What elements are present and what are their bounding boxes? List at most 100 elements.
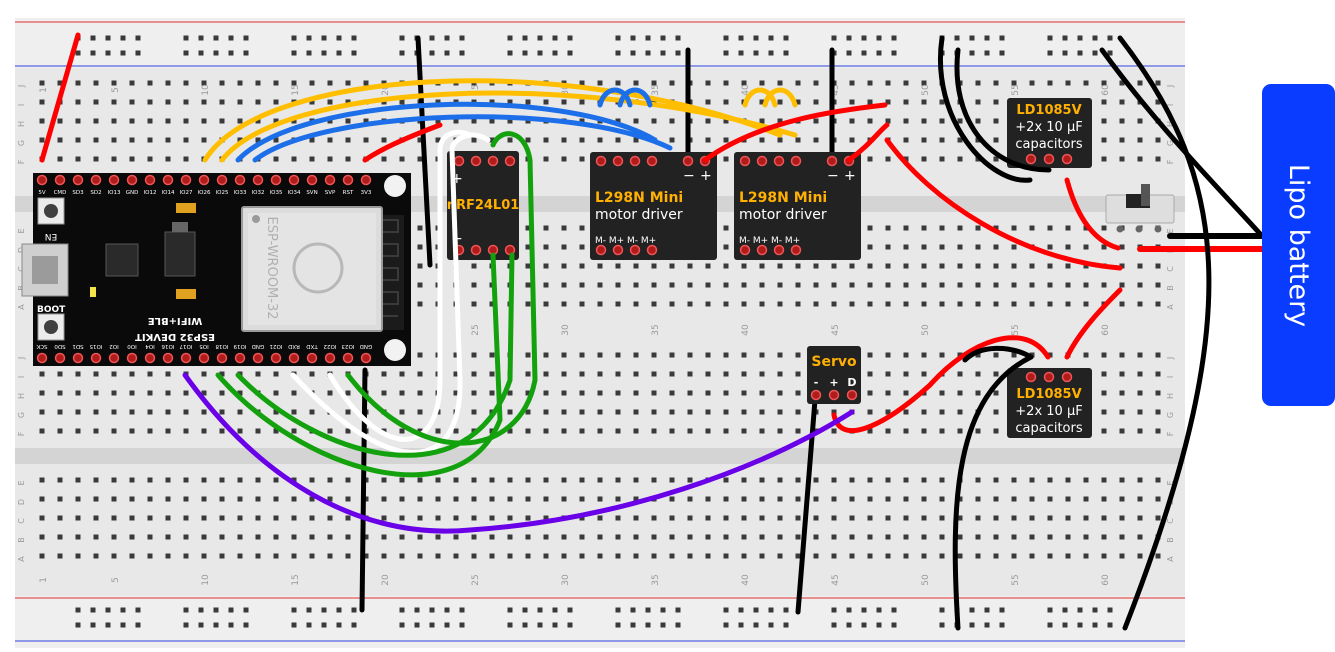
esp32-top-pin-label: IO13: [108, 190, 121, 196]
breadboard-hole: [741, 282, 747, 288]
breadboard-rail-hole: [444, 607, 450, 613]
breadboard-hole: [939, 496, 945, 502]
breadboard-hole: [813, 496, 819, 502]
driver2-minus: −: [827, 168, 839, 184]
esp32-bottom-pin-label: RXD: [288, 343, 300, 349]
breadboard-hole: [417, 477, 423, 483]
column-number: 45: [831, 574, 841, 585]
breadboard-hole: [111, 371, 117, 377]
breadboard-hole: [777, 352, 783, 358]
breadboard-rail-hole: [567, 622, 573, 628]
breadboard-hole: [579, 371, 585, 377]
breadboard-hole: [651, 428, 657, 434]
esp32-top-pin: [54, 174, 66, 186]
breadboard-hole: [399, 515, 405, 521]
breadboard-rail-hole: [135, 50, 141, 56]
breadboard-rail-hole: [783, 35, 789, 41]
breadboard-hole: [957, 244, 963, 250]
breadboard-hole: [1011, 244, 1017, 250]
esp32-top-pin-label: IO35: [270, 190, 283, 196]
breadboard-hole: [795, 301, 801, 307]
breadboard-hole: [471, 534, 477, 540]
breadboard-hole: [345, 409, 351, 415]
breadboard-hole: [525, 263, 531, 269]
breadboard-hole: [633, 428, 639, 434]
breadboard-hole: [759, 118, 765, 124]
column-number: 35: [651, 574, 661, 585]
breadboard-hole: [597, 553, 603, 559]
breadboard-hole: [327, 534, 333, 540]
breadboard-hole: [633, 282, 639, 288]
breadboard-hole: [57, 496, 63, 502]
breadboard-hole: [993, 80, 999, 86]
breadboard-hole: [1065, 515, 1071, 521]
esp32-bottom-pin-label: SCK: [36, 343, 47, 349]
breadboard-hole: [75, 137, 81, 143]
breadboard-hole: [957, 409, 963, 415]
breadboard-hole: [273, 496, 279, 502]
breadboard-hole: [453, 534, 459, 540]
row-letter: F: [17, 431, 26, 436]
breadboard-hole: [867, 534, 873, 540]
breadboard-hole: [399, 496, 405, 502]
column-number: 5: [111, 577, 121, 583]
breadboard-hole: [651, 409, 657, 415]
breadboard-hole: [237, 118, 243, 124]
breadboard-hole: [993, 534, 999, 540]
breadboard-hole: [705, 99, 711, 105]
breadboard-hole: [957, 553, 963, 559]
breadboard-hole: [993, 428, 999, 434]
breadboard-rail-hole: [243, 622, 249, 628]
breadboard-rail-hole: [891, 50, 897, 56]
driver2-pin: [790, 244, 802, 256]
breadboard-hole: [1101, 428, 1107, 434]
breadboard-hole: [705, 137, 711, 143]
breadboard-hole: [813, 80, 819, 86]
esp32-bottom-pin: [54, 352, 66, 364]
breadboard-hole: [687, 390, 693, 396]
breadboard-rail-hole: [876, 622, 882, 628]
breadboard-rail-hole: [675, 35, 681, 41]
breadboard-hole: [93, 496, 99, 502]
esp32-bottom-pin-label: SD1: [72, 343, 83, 349]
breadboard-hole: [327, 137, 333, 143]
breadboard-hole: [57, 409, 63, 415]
breadboard-rail-hole: [351, 35, 357, 41]
breadboard-hole: [543, 390, 549, 396]
esp32-module-label: ESP-WROOM-32: [264, 217, 279, 320]
breadboard-hole: [867, 390, 873, 396]
breadboard-hole: [579, 244, 585, 250]
column-number: 1: [39, 87, 49, 93]
breadboard-hole: [417, 156, 423, 162]
breadboard-hole: [417, 496, 423, 502]
breadboard-hole: [741, 477, 747, 483]
breadboard-hole: [1101, 156, 1107, 162]
breadboard-hole: [93, 428, 99, 434]
row-letter: A: [17, 556, 26, 562]
breadboard-rail-hole: [1107, 35, 1113, 41]
breadboard-rail-hole: [1107, 607, 1113, 613]
breadboard-hole: [597, 390, 603, 396]
breadboard-hole: [129, 390, 135, 396]
row-letter: H: [1166, 393, 1175, 399]
breadboard-hole: [1137, 477, 1143, 483]
breadboard-hole: [741, 428, 747, 434]
breadboard-hole: [867, 477, 873, 483]
breadboard-hole: [1065, 244, 1071, 250]
breadboard-hole: [1119, 137, 1125, 143]
column-number: 35: [651, 324, 661, 335]
breadboard-hole: [201, 477, 207, 483]
row-letter: B: [17, 537, 26, 543]
breadboard-hole: [561, 534, 567, 540]
row-letter: H: [17, 393, 26, 399]
breadboard-rail-hole: [999, 607, 1005, 613]
breadboard-rail-hole: [243, 607, 249, 613]
breadboard-hole: [273, 534, 279, 540]
breadboard-hole: [921, 137, 927, 143]
breadboard-rail-hole: [213, 50, 219, 56]
breadboard-hole: [345, 80, 351, 86]
breadboard-hole: [111, 80, 117, 86]
servo-pin-plus-label: +: [829, 376, 838, 389]
breadboard-hole: [417, 282, 423, 288]
breadboard-hole: [1101, 477, 1107, 483]
